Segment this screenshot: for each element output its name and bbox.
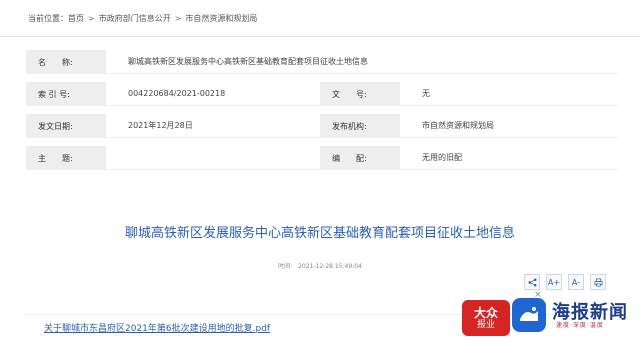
font-decrease-button[interactable]: A- (568, 274, 584, 290)
breadcrumb-separator: > (88, 13, 95, 23)
breadcrumb-label: 当前位置： (28, 13, 68, 23)
time-label: 时间: (278, 263, 293, 270)
org-label: 发布机构: (320, 114, 400, 138)
share-icon[interactable] (524, 274, 540, 290)
seal-icon (512, 298, 546, 332)
docno-value: 无 (400, 82, 618, 106)
info-row-index: 索 引 号: 004220684/2021-00218 文 号: 无 (26, 82, 618, 106)
close-icon[interactable]: × (534, 290, 542, 300)
info-table: 名 称: 聊城高铁新区发展服务中心高铁新区基础教育配套项目征收土地信息 索 引 … (26, 50, 618, 178)
article-tools: A+ A- (524, 274, 606, 290)
publish-time: 时间: 2021-12-28 15:49:04 (0, 261, 640, 270)
date-value: 2021年12月28日 (106, 114, 320, 138)
breadcrumb-home-link[interactable]: 首页 (68, 13, 84, 24)
info-row-subject: 主 题: 编 配: 无用的旧配 (26, 146, 618, 170)
breadcrumb: 当前位置： 首页 > 市政府部门信息公开 > 市自然资源和规划局 (0, 0, 640, 36)
category-value: 无用的旧配 (400, 146, 618, 170)
watermark-logo: 大众 报业 × 海报新闻 速度·深度·温度 (454, 290, 640, 343)
name-label: 名 称: (26, 50, 106, 74)
header-divider (0, 36, 640, 37)
name-value: 聊城高铁新区发展服务中心高铁新区基础教育配套项目征收土地信息 (106, 50, 618, 74)
time-value: 2021-12-28 15:49:04 (298, 263, 362, 270)
category-label: 编 配: (320, 146, 400, 170)
subject-value (106, 146, 320, 170)
index-value: 004220684/2021-00218 (106, 82, 320, 106)
font-increase-button[interactable]: A+ (546, 274, 562, 290)
date-label: 发文日期: (26, 114, 106, 138)
attachment-link[interactable]: 关于聊城市东昌府区2021年第6批次建设用地的批复.pdf (44, 321, 270, 334)
print-icon[interactable] (590, 274, 606, 290)
breadcrumb-separator: > (174, 13, 182, 23)
info-row-name: 名 称: 聊城高铁新区发展服务中心高铁新区基础教育配套项目征收土地信息 (26, 50, 618, 74)
subject-label: 主 题: (26, 146, 106, 170)
index-label: 索 引 号: (26, 82, 106, 106)
article-title: 聊城高铁新区发展服务中心高铁新区基础教育配套项目征收土地信息 (124, 226, 515, 241)
dazhong-logo: 大众 报业 (462, 300, 510, 336)
breadcrumb-bureau-link[interactable]: 市自然资源和规划局 (185, 13, 257, 24)
org-value: 市自然资源和规划局 (400, 114, 618, 138)
docno-label: 文 号: (320, 82, 400, 106)
breadcrumb-dept-link[interactable]: 市政府部门信息公开 (99, 13, 171, 24)
info-row-date: 发文日期: 2021年12月28日 发布机构: 市自然资源和规划局 (26, 114, 618, 138)
haibao-tagline: 速度·深度·温度 (556, 322, 604, 329)
